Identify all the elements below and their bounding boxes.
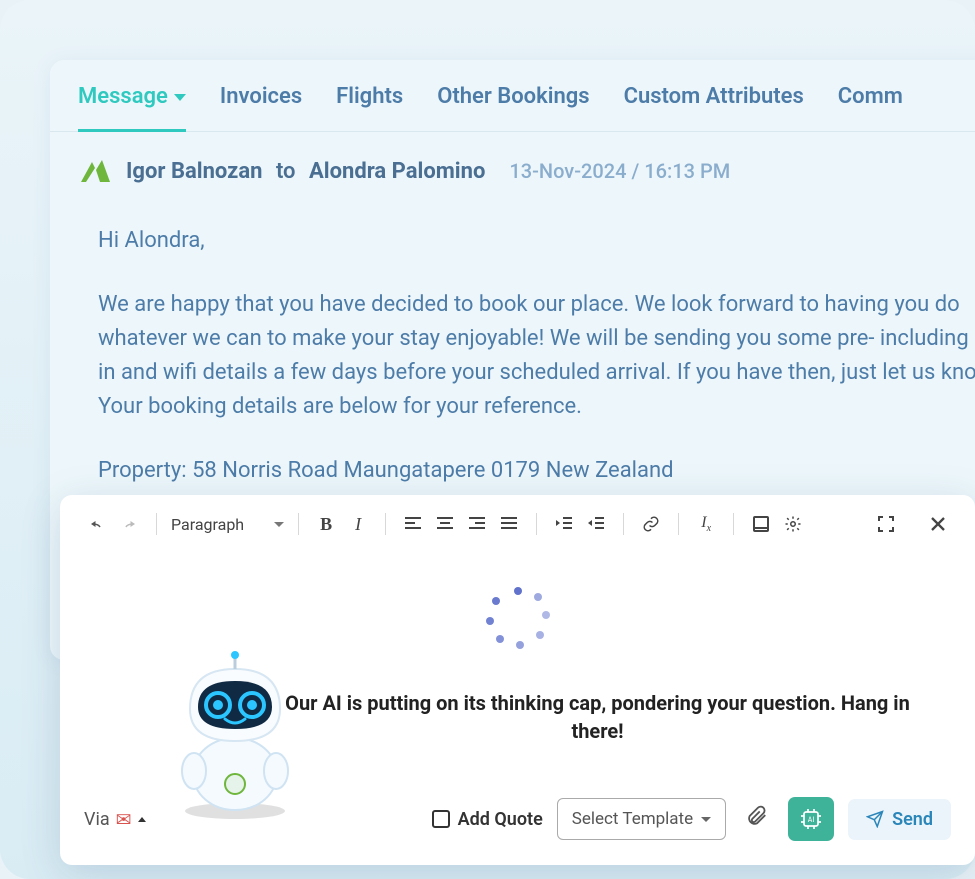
message-from-to: Igor Balnozan to Alondra Palomino — [126, 159, 485, 184]
message-timestamp: 13-Nov-2024 / 16:13 PM — [509, 159, 730, 183]
align-justify-button[interactable] — [496, 511, 522, 537]
clear-formatting-button[interactable]: Ix — [693, 511, 719, 537]
bold-button[interactable]: B — [313, 511, 339, 537]
chevron-down-icon — [701, 817, 711, 822]
italic-button[interactable]: I — [345, 511, 371, 537]
add-quote-checkbox[interactable]: Add Quote — [432, 809, 543, 830]
redo-button[interactable] — [116, 511, 142, 537]
align-left-button[interactable] — [400, 511, 426, 537]
via-selector[interactable]: Via ✉ — [84, 808, 146, 831]
tab-other-bookings[interactable]: Other Bookings — [437, 84, 589, 131]
robot-illustration-icon — [160, 649, 310, 819]
tab-comm[interactable]: Comm — [838, 84, 903, 131]
attachment-button[interactable] — [740, 799, 774, 839]
body-text: We are happy that you have decided to bo… — [98, 288, 975, 424]
to-name: Alondra Palomino — [309, 159, 485, 184]
envelope-icon: ✉ — [116, 808, 132, 831]
property-line: Property: 58 Norris Road Maungatapere 01… — [98, 454, 975, 488]
checkbox-icon — [432, 810, 450, 828]
caret-up-icon — [138, 817, 146, 822]
paragraph-style-select[interactable]: Paragraph — [171, 515, 284, 534]
panel-button[interactable] — [748, 511, 774, 537]
chevron-down-icon — [274, 522, 284, 527]
chevron-down-icon — [174, 94, 186, 101]
fullscreen-button[interactable] — [873, 511, 899, 537]
svg-text:AI: AI — [808, 816, 815, 824]
outdent-button[interactable] — [583, 511, 609, 537]
align-center-button[interactable] — [432, 511, 458, 537]
tab-message[interactable]: Message — [78, 84, 186, 132]
message-body: Hi Alondra, We are happy that you have d… — [50, 194, 975, 523]
from-name: Igor Balnozan — [126, 159, 262, 184]
message-header: Igor Balnozan to Alondra Palomino 13-Nov… — [50, 132, 975, 194]
close-button[interactable] — [925, 511, 951, 537]
editor-toolbar: Paragraph B I Ix — [84, 511, 951, 537]
brand-logo-icon — [78, 156, 112, 186]
link-button[interactable] — [638, 511, 664, 537]
tabs: Message Invoices Flights Other Bookings … — [50, 60, 975, 132]
send-button[interactable]: Send — [848, 799, 951, 840]
align-right-button[interactable] — [464, 511, 490, 537]
settings-button[interactable] — [780, 511, 806, 537]
loading-spinner-icon — [486, 587, 550, 651]
ai-loading-message: Our AI is putting on its thinking cap, p… — [264, 689, 931, 745]
indent-button[interactable] — [551, 511, 577, 537]
tab-custom-attributes[interactable]: Custom Attributes — [624, 84, 804, 131]
tab-invoices[interactable]: Invoices — [220, 84, 302, 131]
greeting: Hi Alondra, — [98, 224, 975, 258]
tab-flights[interactable]: Flights — [336, 84, 403, 131]
to-word: to — [276, 159, 296, 184]
ai-button[interactable]: AI — [788, 797, 834, 841]
select-template-dropdown[interactable]: Select Template — [557, 798, 726, 840]
undo-button[interactable] — [84, 511, 110, 537]
